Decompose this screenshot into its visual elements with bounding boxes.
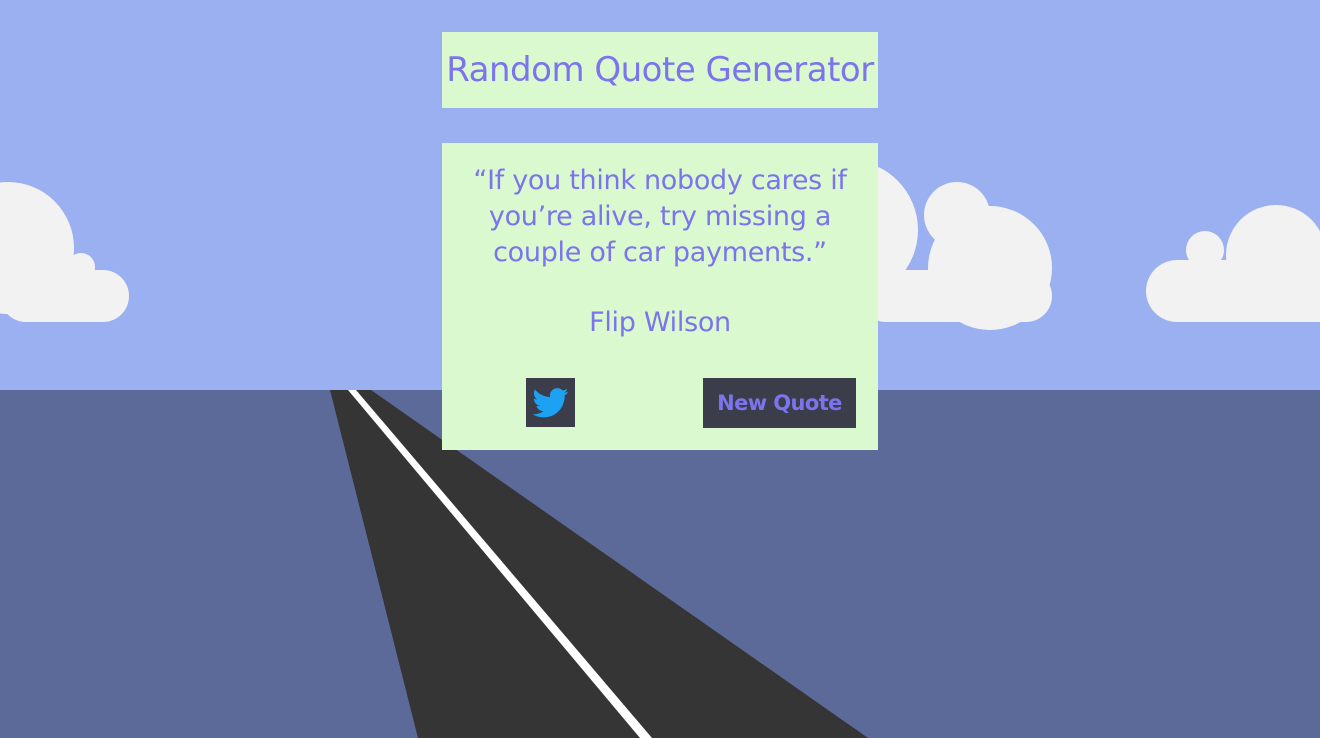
quote-text: “If you think nobody cares if you’re ali…	[473, 165, 847, 268]
cloud-right	[1146, 205, 1320, 322]
new-quote-button[interactable]: New Quote	[703, 378, 856, 428]
cloud-left	[0, 182, 129, 322]
page-title: Random Quote Generator	[446, 50, 874, 90]
tweet-quote-button[interactable]	[526, 378, 575, 427]
title-panel: Random Quote Generator	[442, 32, 878, 108]
quote-box: “If you think nobody cares if you’re ali…	[442, 143, 878, 450]
quote-author: Flip Wilson	[589, 307, 731, 338]
twitter-bird-icon	[532, 387, 568, 417]
